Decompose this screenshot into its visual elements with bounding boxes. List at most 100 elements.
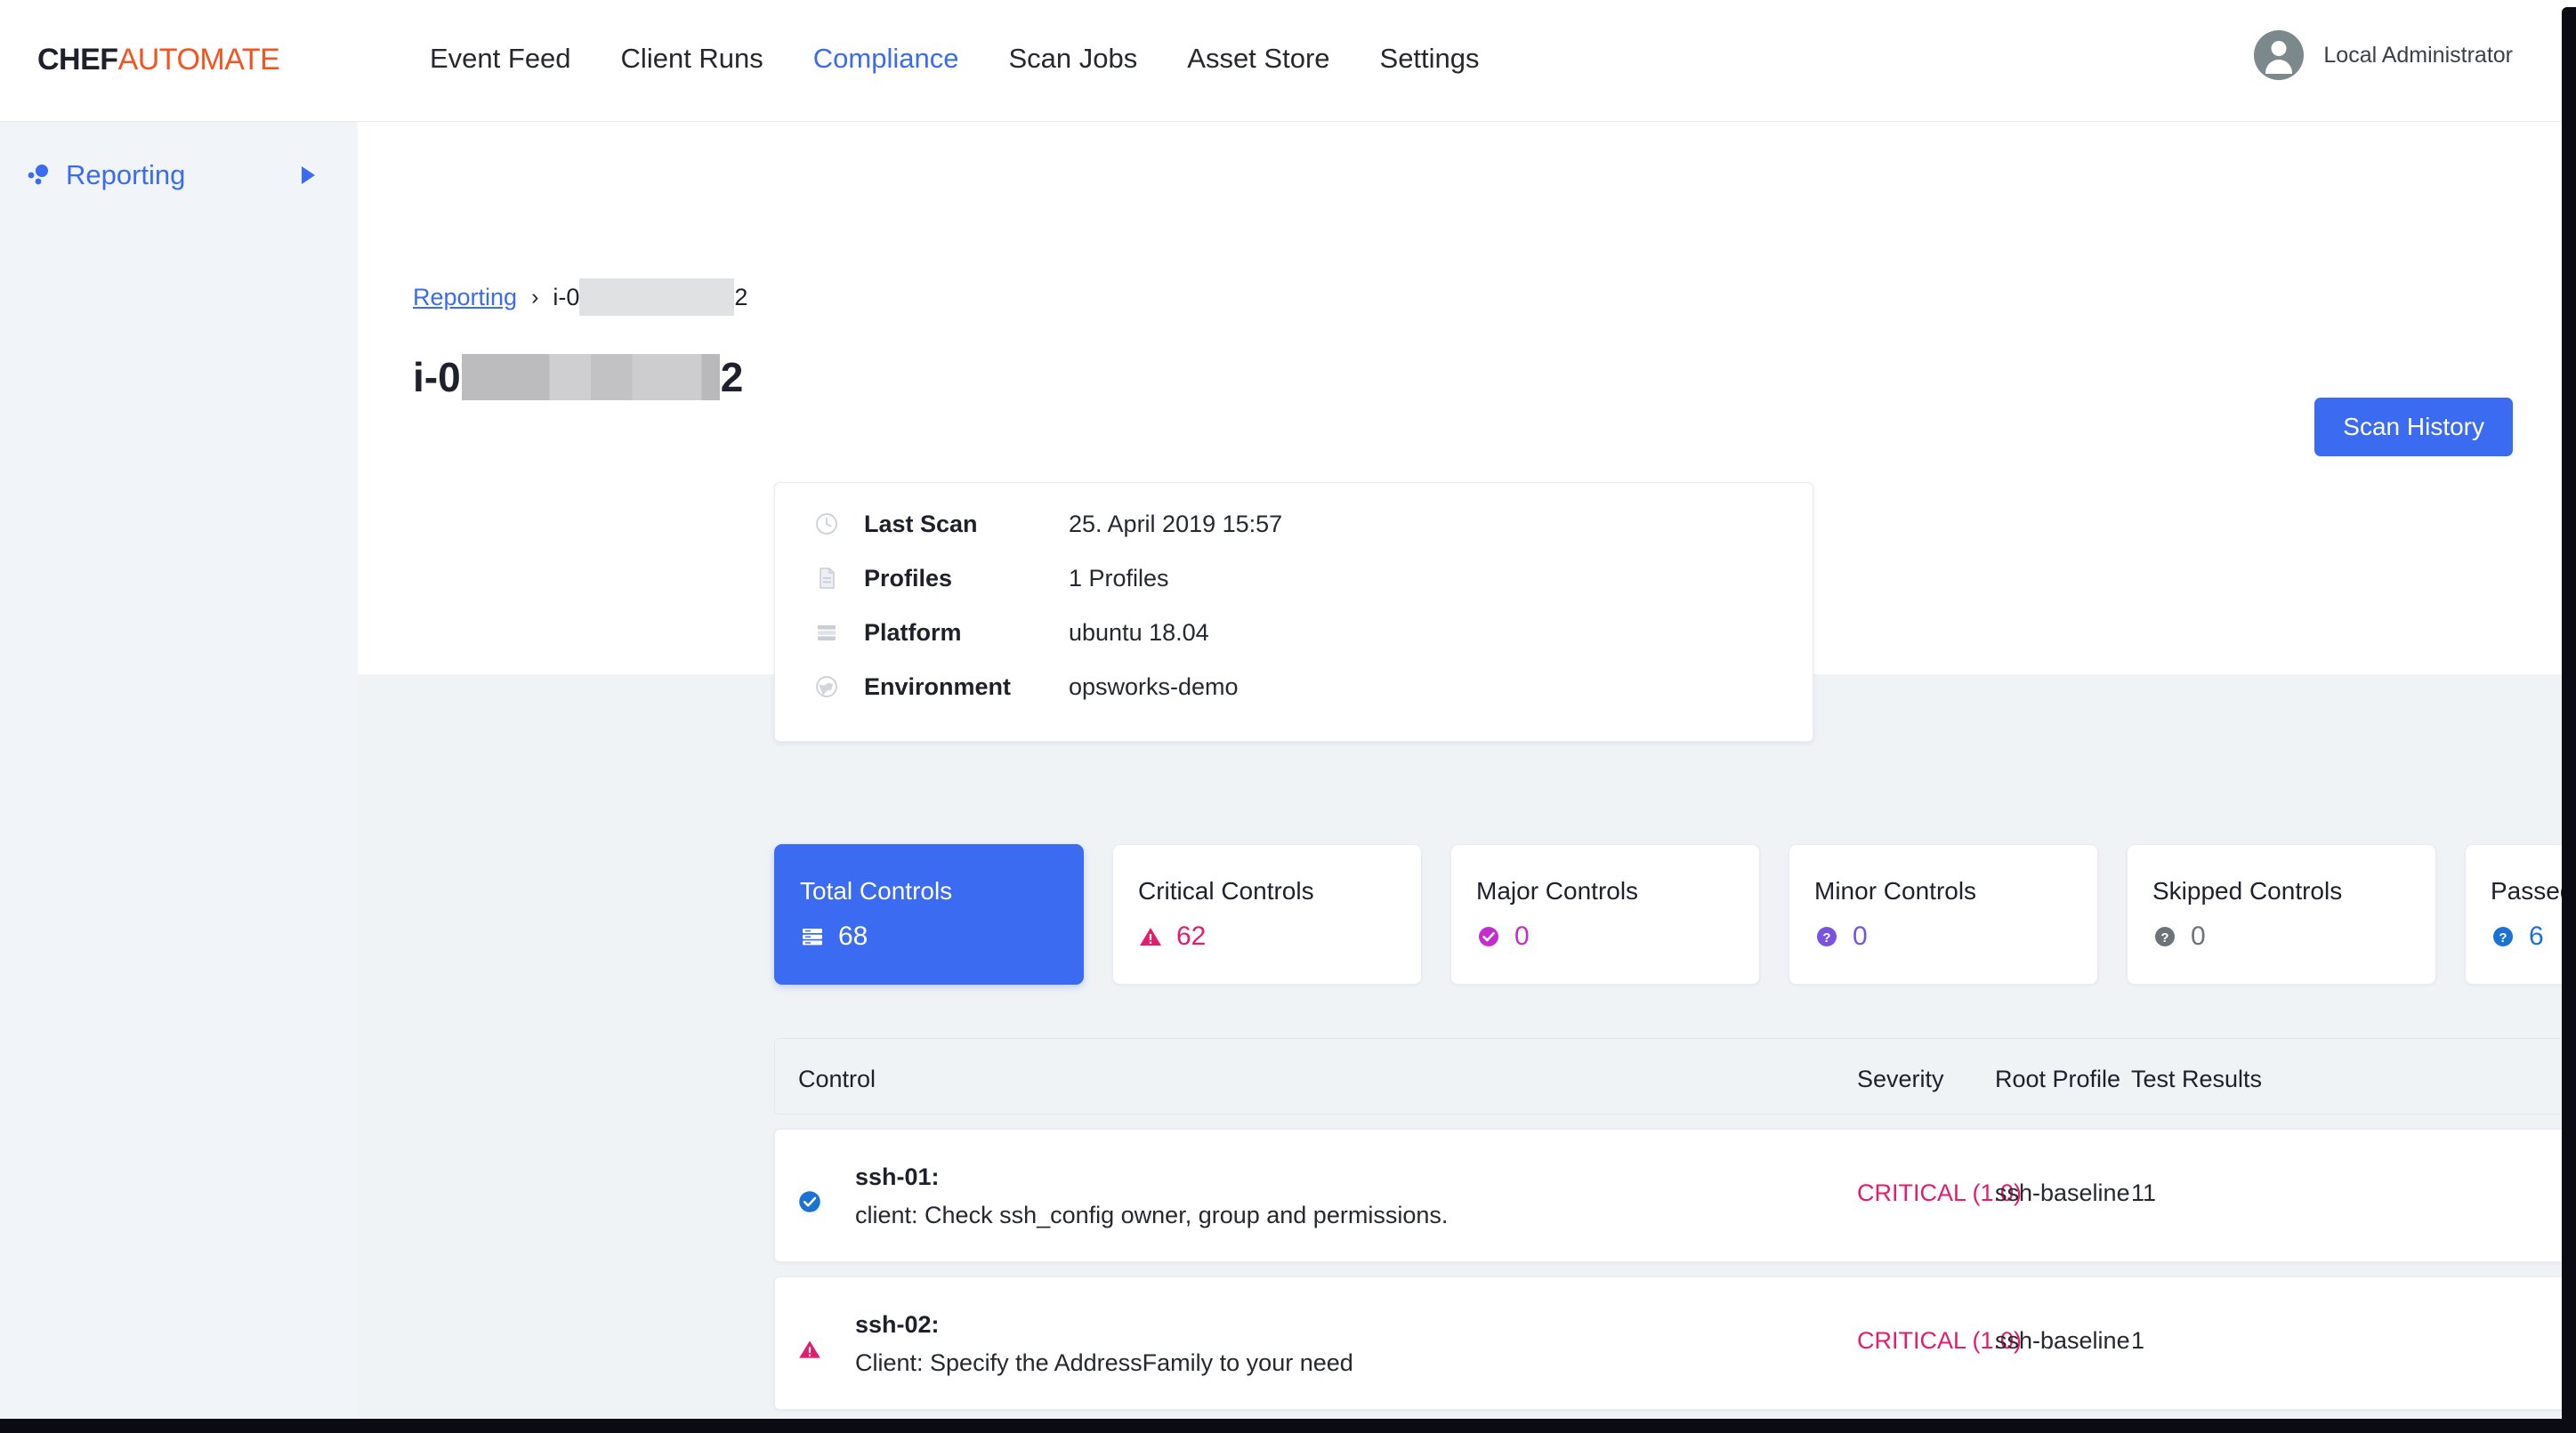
nav-item-compliance[interactable]: Compliance [788, 39, 984, 78]
control-id: ssh-02: [855, 1311, 940, 1338]
table-header-row: Control Severity Root Profile Test Resul… [774, 1038, 2562, 1115]
column-header-root-profile: Root Profile [1995, 1066, 2121, 1092]
column-header-test-results: Test Results [2131, 1066, 2263, 1092]
check-circle-icon [1476, 924, 1501, 949]
info-row-environment: Environment opsworks-demo [814, 669, 1239, 704]
browser-viewport: CHEFAUTOMATE Event Feed Client Runs Comp… [0, 0, 2576, 1433]
stat-card-value-row: 68 [800, 922, 1083, 952]
page-title: i-0 2 [413, 353, 743, 401]
server-list-icon [814, 620, 839, 645]
stat-card-major-controls[interactable]: Major Controls 0 [1450, 844, 1760, 985]
info-label-platform: Platform [864, 618, 962, 646]
stat-card-value: 6 [2529, 922, 2544, 951]
list-icon [800, 924, 825, 949]
stat-card-value-row: ? 0 [2152, 922, 2435, 952]
stat-card-skipped-controls[interactable]: Skipped Controls ? 0 [2127, 844, 2436, 985]
nav-item-client-runs[interactable]: Client Runs [596, 39, 788, 78]
stat-card-value: 68 [838, 922, 868, 951]
nav-links: Event Feed Client Runs Compliance Scan J… [405, 39, 1505, 78]
cell-test-results: 1 [2131, 1327, 2145, 1354]
info-value-environment: opsworks-demo [1069, 672, 1239, 700]
info-value-last-scan: 25. April 2019 15:57 [1069, 510, 1283, 537]
dot-cluster-icon [25, 162, 52, 189]
svg-text:?: ? [1822, 930, 1830, 946]
info-row-profiles: Profiles 1 Profiles [814, 560, 1169, 596]
table-row[interactable]: ssh-01: client: Check ssh_config owner, … [774, 1129, 2562, 1262]
question-circle-icon: ? [2491, 924, 2515, 949]
stat-card-critical-controls[interactable]: Critical Controls 62 [1112, 844, 1422, 985]
user-name-label: Local Administrator [2323, 42, 2513, 68]
info-label-last-scan: Last Scan [864, 510, 978, 537]
stat-card-minor-controls[interactable]: Minor Controls ? 0 [1789, 844, 2098, 985]
window-frame-bottom [0, 1419, 2576, 1433]
nav-item-settings[interactable]: Settings [1355, 39, 1505, 78]
stat-card-value: 0 [2191, 922, 2206, 951]
nav-item-asset-store[interactable]: Asset Store [1162, 39, 1354, 78]
stat-card-title: Critical Controls [1138, 877, 1314, 905]
stat-card-title: Skipped Controls [2152, 877, 2343, 905]
info-value-platform: ubuntu 18.04 [1069, 618, 1209, 646]
controls-table: Control Severity Root Profile Test Resul… [774, 1038, 2562, 1419]
warning-triangle-icon [1138, 924, 1163, 949]
stat-card-value: 62 [1176, 922, 1207, 951]
scan-history-button[interactable]: Scan History [2314, 398, 2513, 456]
stat-card-total-controls[interactable]: Total Controls 68 [774, 844, 1084, 985]
main-content: Reporting › i-0 2 i-0 2 Scan History Last … [358, 122, 2562, 1419]
document-icon [814, 566, 839, 591]
breadcrumb-link-reporting[interactable]: Reporting [413, 284, 517, 311]
top-navigation-bar: CHEFAUTOMATE Event Feed Client Runs Comp… [0, 0, 2562, 122]
stat-card-title: Passed Controls [2491, 877, 2562, 905]
breadcrumb-current-suffix: 2 [734, 283, 748, 310]
control-id: ssh-01: [855, 1163, 940, 1190]
info-label-profiles: Profiles [864, 564, 953, 592]
stat-card-value: 0 [1514, 922, 1530, 951]
user-menu[interactable]: Local Administrator [2254, 30, 2513, 80]
stat-card-value-row: ? 6 [2491, 922, 2562, 952]
warning-triangle-icon [796, 1336, 823, 1363]
column-header-control: Control [798, 1066, 876, 1092]
node-info-card: Last Scan 25. April 2019 15:57 Profiles … [774, 482, 1813, 742]
stat-card-passed-controls[interactable]: Passed Controls ? 6 [2465, 844, 2562, 985]
question-circle-icon: ? [2152, 924, 2177, 949]
check-circle-icon [796, 1188, 823, 1215]
nav-item-scan-jobs[interactable]: Scan Jobs [984, 39, 1163, 78]
info-row-last-scan: Last Scan 25. April 2019 15:57 [814, 506, 1282, 542]
stat-card-value-row: 62 [1138, 922, 1421, 952]
globe-icon [814, 674, 839, 699]
chef-automate-logo[interactable]: CHEFAUTOMATE [37, 43, 280, 76]
window-frame-right [2562, 7, 2576, 1433]
page-title-suffix: 2 [720, 354, 744, 400]
table-row[interactable]: ssh-02: Client: Specify the AddressFamil… [774, 1276, 2562, 1410]
column-header-severity: Severity [1857, 1066, 1944, 1092]
user-avatar-icon [2254, 30, 2305, 80]
info-row-platform: Platform ubuntu 18.04 [814, 615, 1209, 650]
breadcrumb-redaction-block [579, 278, 735, 316]
control-description: Client: Specify the AddressFamily to you… [855, 1349, 1353, 1376]
stat-card-title: Major Controls [1476, 877, 1639, 905]
nav-item-event-feed[interactable]: Event Feed [405, 39, 596, 78]
stat-card-value-row: 0 [1476, 922, 1759, 952]
cell-root-profile: ssh-baseline [1995, 1179, 2130, 1206]
clock-icon [814, 511, 839, 536]
sidebar: Reporting [0, 122, 358, 1419]
control-summary-cards: Total Controls 68 Critical Controls 62 M… [774, 844, 2562, 985]
info-value-profiles: 1 Profiles [1069, 564, 1169, 592]
question-circle-icon: ? [1814, 924, 1839, 949]
stat-card-title: Total Controls [800, 877, 953, 905]
logo-chef-text: CHEF [37, 43, 118, 76]
sidebar-item-label: Reporting [66, 159, 186, 190]
logo-automate-text: AUTOMATE [117, 43, 280, 76]
svg-text:?: ? [2499, 930, 2507, 946]
cell-root-profile: ssh-baseline [1995, 1327, 2130, 1354]
caret-right-icon[interactable] [302, 166, 315, 184]
sidebar-item-reporting[interactable]: Reporting [0, 147, 358, 204]
control-description: client: Check ssh_config owner, group an… [855, 1202, 1449, 1228]
stat-card-value-row: ? 0 [1814, 922, 2097, 952]
breadcrumb-separator: › [531, 284, 539, 310]
svg-text:?: ? [2160, 930, 2168, 946]
cell-test-results: 11 [2131, 1179, 2157, 1206]
page-title-prefix: i-0 [413, 354, 461, 400]
breadcrumb: Reporting › i-0 2 [413, 278, 747, 316]
info-label-environment: Environment [864, 672, 1012, 700]
breadcrumb-current-prefix: i-0 [553, 283, 580, 310]
